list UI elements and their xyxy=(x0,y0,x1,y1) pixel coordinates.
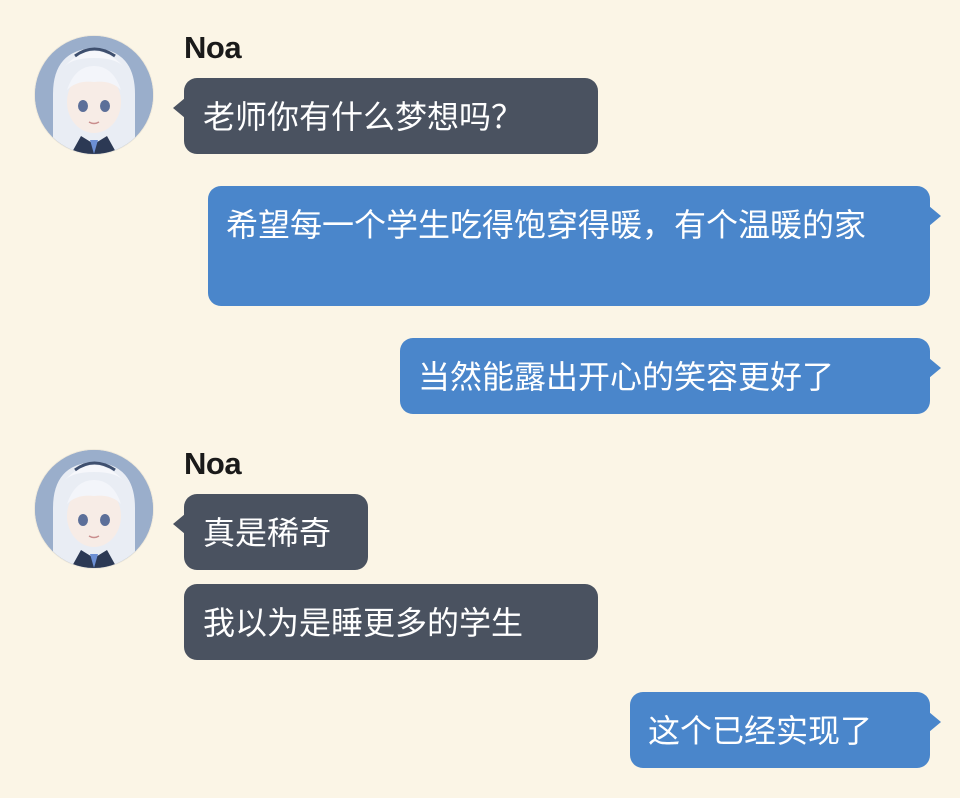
message-bubble-incoming[interactable]: 老师你有什么梦想吗？ xyxy=(173,78,598,154)
message-text: 当然能露出开心的笑容更好了 xyxy=(418,358,835,396)
message-text: 我以为是睡更多的学生 xyxy=(203,604,524,642)
avatar[interactable] xyxy=(35,450,153,568)
message-text: 老师你有什么梦想吗？ xyxy=(203,98,524,136)
avatar[interactable] xyxy=(35,36,153,154)
chat-screen: { "chat": { "sender_name": "Noa", "messa… xyxy=(0,0,960,798)
message-bubble-outgoing[interactable]: 当然能露出开心的笑容更好了 xyxy=(400,338,941,414)
avatar-noa-icon xyxy=(35,450,153,568)
avatar-noa-icon xyxy=(35,36,153,154)
message-bubble-incoming[interactable]: 我以为是睡更多的学生 xyxy=(184,584,598,660)
sender-name: Noa xyxy=(184,446,242,481)
message-bubble-outgoing[interactable]: 这个已经实现了 xyxy=(630,692,941,768)
message-text: 这个已经实现了 xyxy=(648,712,873,750)
message-text: 真是稀奇 xyxy=(203,514,332,552)
message-bubble-incoming[interactable]: 真是稀奇 xyxy=(173,494,368,570)
message-bubble-outgoing[interactable]: 希望每一个学生吃得饱穿得暖，有个温暖的家 xyxy=(208,186,941,306)
message-text: 希望每一个学生吃得饱穿得暖，有个温暖的家 xyxy=(226,206,867,244)
sender-name: Noa xyxy=(184,30,242,65)
